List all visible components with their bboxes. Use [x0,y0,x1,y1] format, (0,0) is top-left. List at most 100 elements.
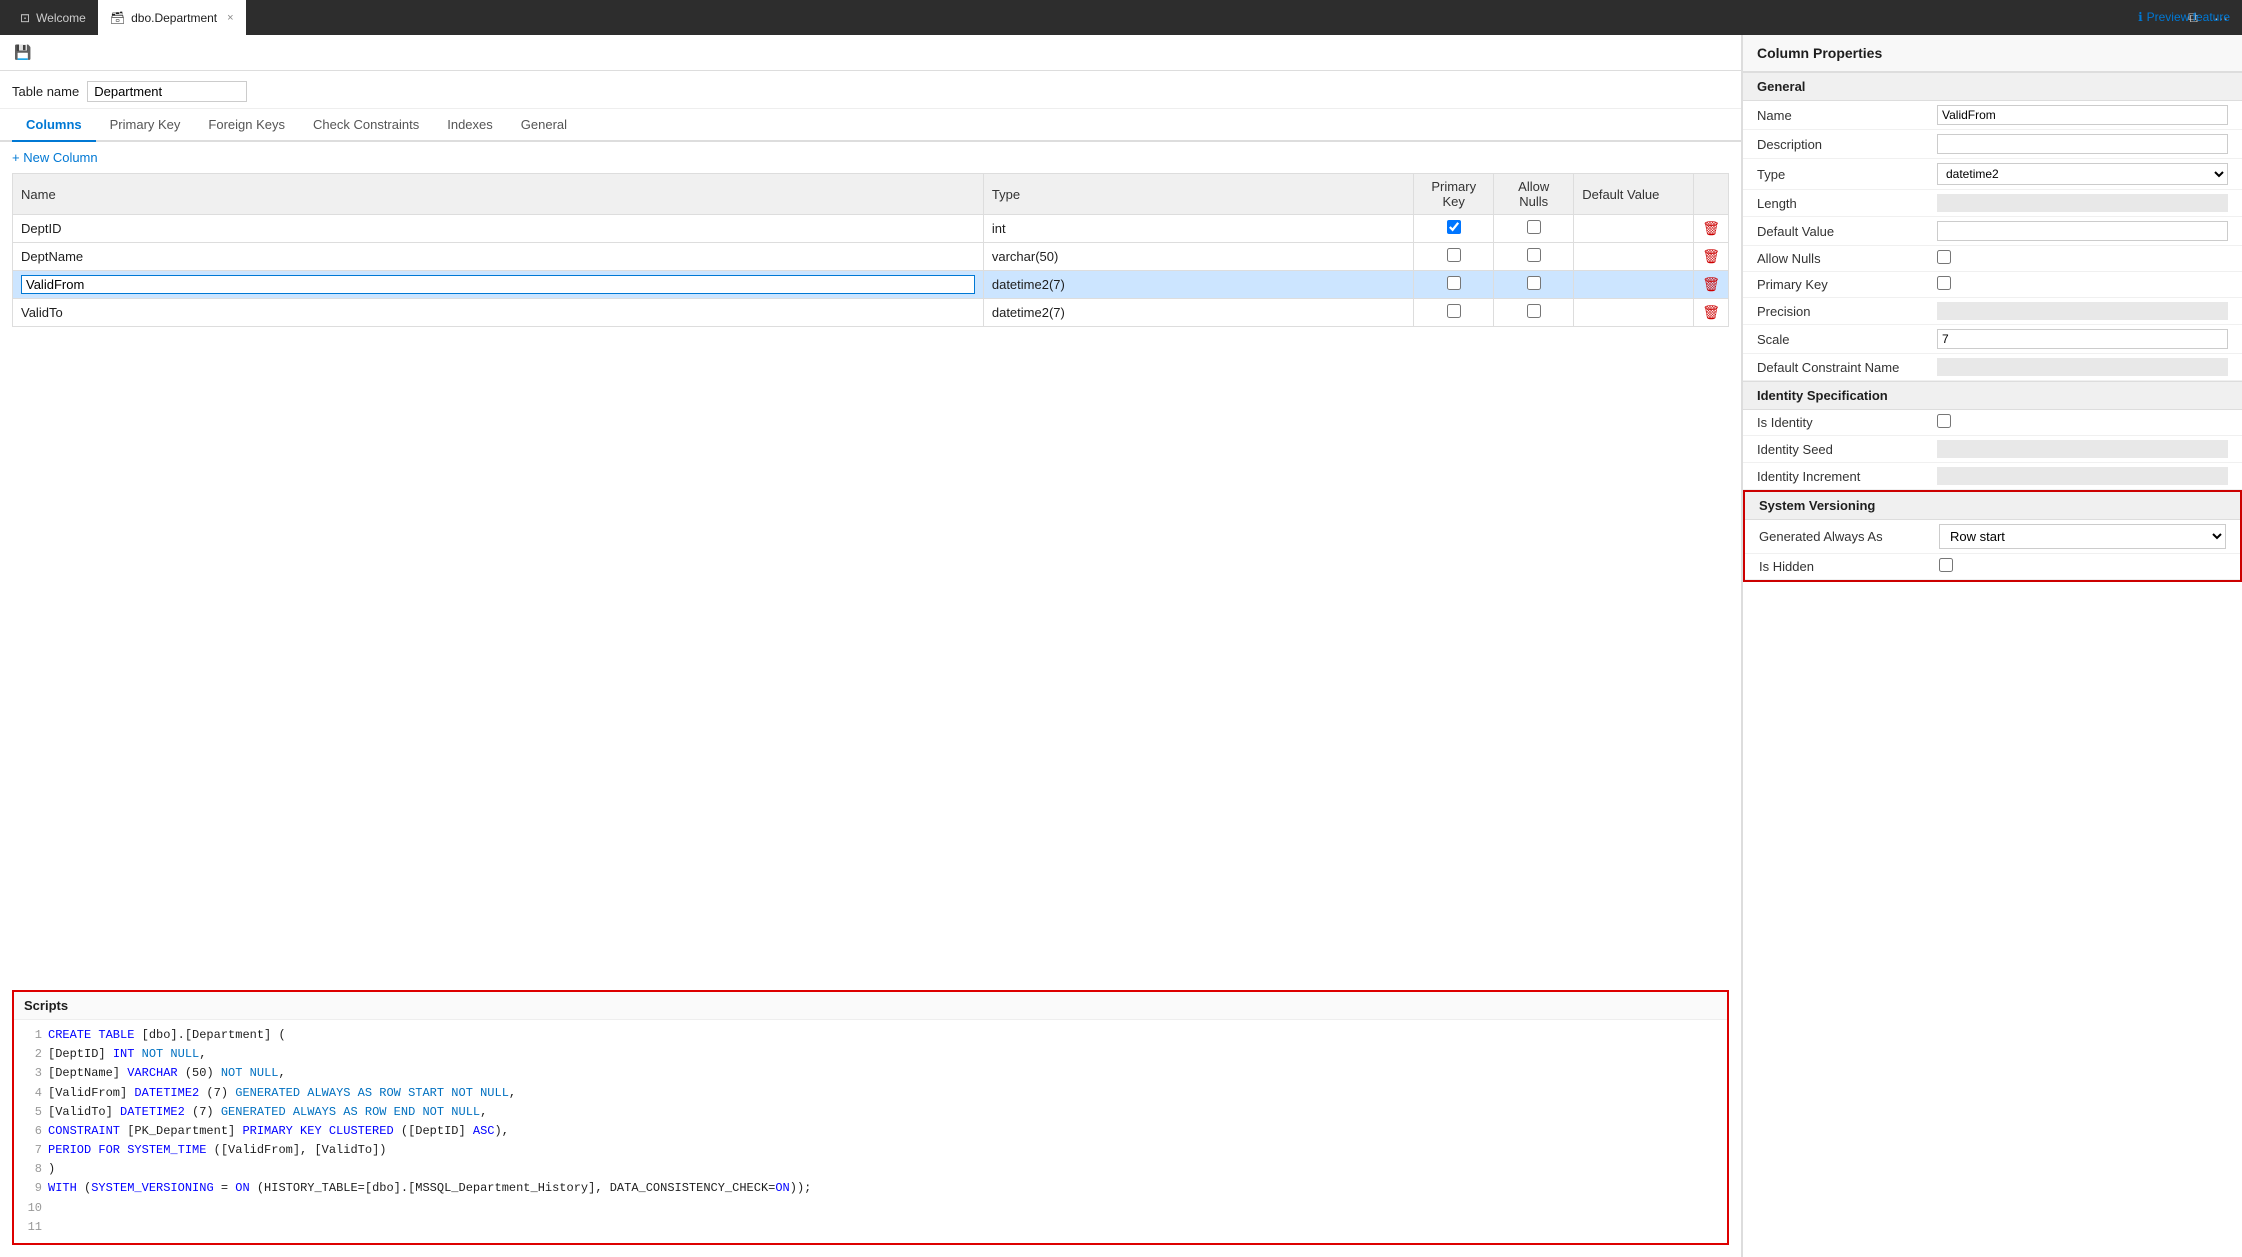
tab-general[interactable]: General [507,109,581,142]
prop-input[interactable] [1937,329,2228,349]
col-delete-btn[interactable]: 🗑 [1702,248,1720,265]
col-null-checkbox[interactable] [1527,304,1541,318]
col-delete-btn[interactable]: 🗑 [1702,304,1720,321]
department-tab-label: dbo.Department [131,11,217,25]
code-token: [DeptID] [48,1047,113,1061]
department-tab-icon: 🗃 [110,11,125,25]
col-delete-btn[interactable]: 🗑 [1702,220,1720,237]
code-token: [PK_Department] [120,1124,242,1138]
columns-section: Name Type Primary Key Allow Nulls Defaul… [0,173,1741,327]
code-token: VARCHAR [127,1066,177,1080]
scripts-body: 1CREATE TABLE [dbo].[Department] (2 [Dep… [14,1020,1727,1243]
code-token: ), [495,1124,509,1138]
code-token: PRIMARY KEY CLUSTERED [242,1124,393,1138]
script-line: 10 [24,1199,1717,1218]
prop-value-cell [1923,130,2242,159]
code-token: (7) [185,1105,221,1119]
line-number: 1 [24,1026,42,1045]
script-line: 2 [DeptID] INT NOT NULL, [24,1045,1717,1064]
line-code: CONSTRAINT [PK_Department] PRIMARY KEY C… [48,1122,509,1141]
prop-checkbox[interactable] [1939,558,1953,572]
col-pk-checkbox[interactable] [1447,276,1461,290]
col-null-checkbox[interactable] [1527,248,1541,262]
table-row[interactable]: DeptNamevarchar(50)🗑 [13,243,1729,271]
col-delete-btn[interactable]: 🗑 [1702,276,1720,293]
code-token: WITH [48,1181,77,1195]
line-number: 8 [24,1160,42,1179]
prop-checkbox[interactable] [1937,250,1951,264]
col-name-input[interactable] [21,275,975,294]
left-spacer [0,327,1741,978]
col-delete-cell: 🗑 [1694,243,1729,271]
col-pk-cell [1414,243,1494,271]
prop-input[interactable] [1937,134,2228,154]
prop-label: Is Identity [1743,410,1923,436]
table-row[interactable]: datetime2(7) 🗑 [13,271,1729,299]
line-code: [ValidFrom] DATETIME2 (7) GENERATED ALWA… [48,1084,516,1103]
prop-row: Identity Seed [1743,436,2242,463]
prop-input[interactable] [1937,105,2228,125]
table-row[interactable]: ValidTodatetime2(7)🗑 [13,299,1729,327]
code-token: DATETIME2 [120,1105,185,1119]
prop-label: Default Value [1743,217,1923,246]
prop-checkbox[interactable] [1937,276,1951,290]
tab-welcome[interactable]: ⊡ Welcome [8,0,98,35]
table-name-input[interactable] [87,81,247,102]
prop-value-cell [1923,354,2242,381]
tab-department[interactable]: 🗃 dbo.Department × [98,0,246,35]
col-pk-checkbox[interactable] [1447,220,1461,234]
main-layout: 💾 Table name Columns Primary Key Foreign… [0,35,2242,1257]
col-null-checkbox[interactable] [1527,220,1541,234]
prop-value-cell [1923,325,2242,354]
prop-checkbox[interactable] [1937,414,1951,428]
info-icon: ℹ [2138,10,2143,24]
col-type-cell: datetime2(7) [983,299,1413,327]
code-token: (50) [178,1066,221,1080]
prop-label: Primary Key [1743,272,1923,298]
prop-select[interactable]: datetime2 [1937,163,2228,185]
col-type-cell: varchar(50) [983,243,1413,271]
col-type-cell: datetime2(7) [983,271,1413,299]
col-type-cell: int [983,215,1413,243]
prop-value-cell [1923,101,2242,130]
tab-foreign-keys[interactable]: Foreign Keys [194,109,299,142]
prop-value-cell [1923,410,2242,436]
col-pk-cell [1414,215,1494,243]
col-header-delete [1694,174,1729,215]
col-delete-cell: 🗑 [1694,271,1729,299]
department-tab-close[interactable]: × [227,12,233,24]
prop-value-cell [1923,298,2242,325]
col-null-cell [1494,299,1574,327]
col-null-cell [1494,271,1574,299]
col-null-checkbox[interactable] [1527,276,1541,290]
prop-label: Generated Always As [1745,520,1925,554]
prop-value-cell [1923,463,2242,490]
code-token: , [480,1105,487,1119]
welcome-tab-icon: ⊡ [20,11,30,25]
code-token: NOT NULL [422,1105,480,1119]
prop-input[interactable] [1937,221,2228,241]
prop-select[interactable]: Row startRow endNone [1939,524,2226,549]
prop-label: Name [1743,101,1923,130]
tab-columns[interactable]: Columns [12,109,96,142]
tab-primary-key[interactable]: Primary Key [96,109,195,142]
script-line: 5 [ValidTo] DATETIME2 (7) GENERATED ALWA… [24,1103,1717,1122]
col-pk-checkbox[interactable] [1447,304,1461,318]
line-number: 10 [24,1199,42,1218]
save-btn[interactable]: 💾 [8,40,37,65]
col-pk-checkbox[interactable] [1447,248,1461,262]
col-header-default: Default Value [1574,174,1694,215]
system-versioning-props-table: Generated Always AsRow startRow endNoneI… [1745,520,2240,580]
table-row[interactable]: DeptIDint🗑 [13,215,1729,243]
col-default-cell [1574,271,1694,299]
prop-value-cell [1923,190,2242,217]
code-token: )); [790,1181,812,1195]
tab-check-constraints[interactable]: Check Constraints [299,109,433,142]
tab-indexes[interactable]: Indexes [433,109,507,142]
code-token: [dbo].[Department] ( [134,1028,285,1042]
line-code: PERIOD FOR SYSTEM_TIME ([ValidFrom], [Va… [48,1141,386,1160]
prop-row: Is Identity [1743,410,2242,436]
script-line: 4 [ValidFrom] DATETIME2 (7) GENERATED AL… [24,1084,1717,1103]
add-column-btn[interactable]: + New Column [12,150,98,165]
prop-row: Scale [1743,325,2242,354]
